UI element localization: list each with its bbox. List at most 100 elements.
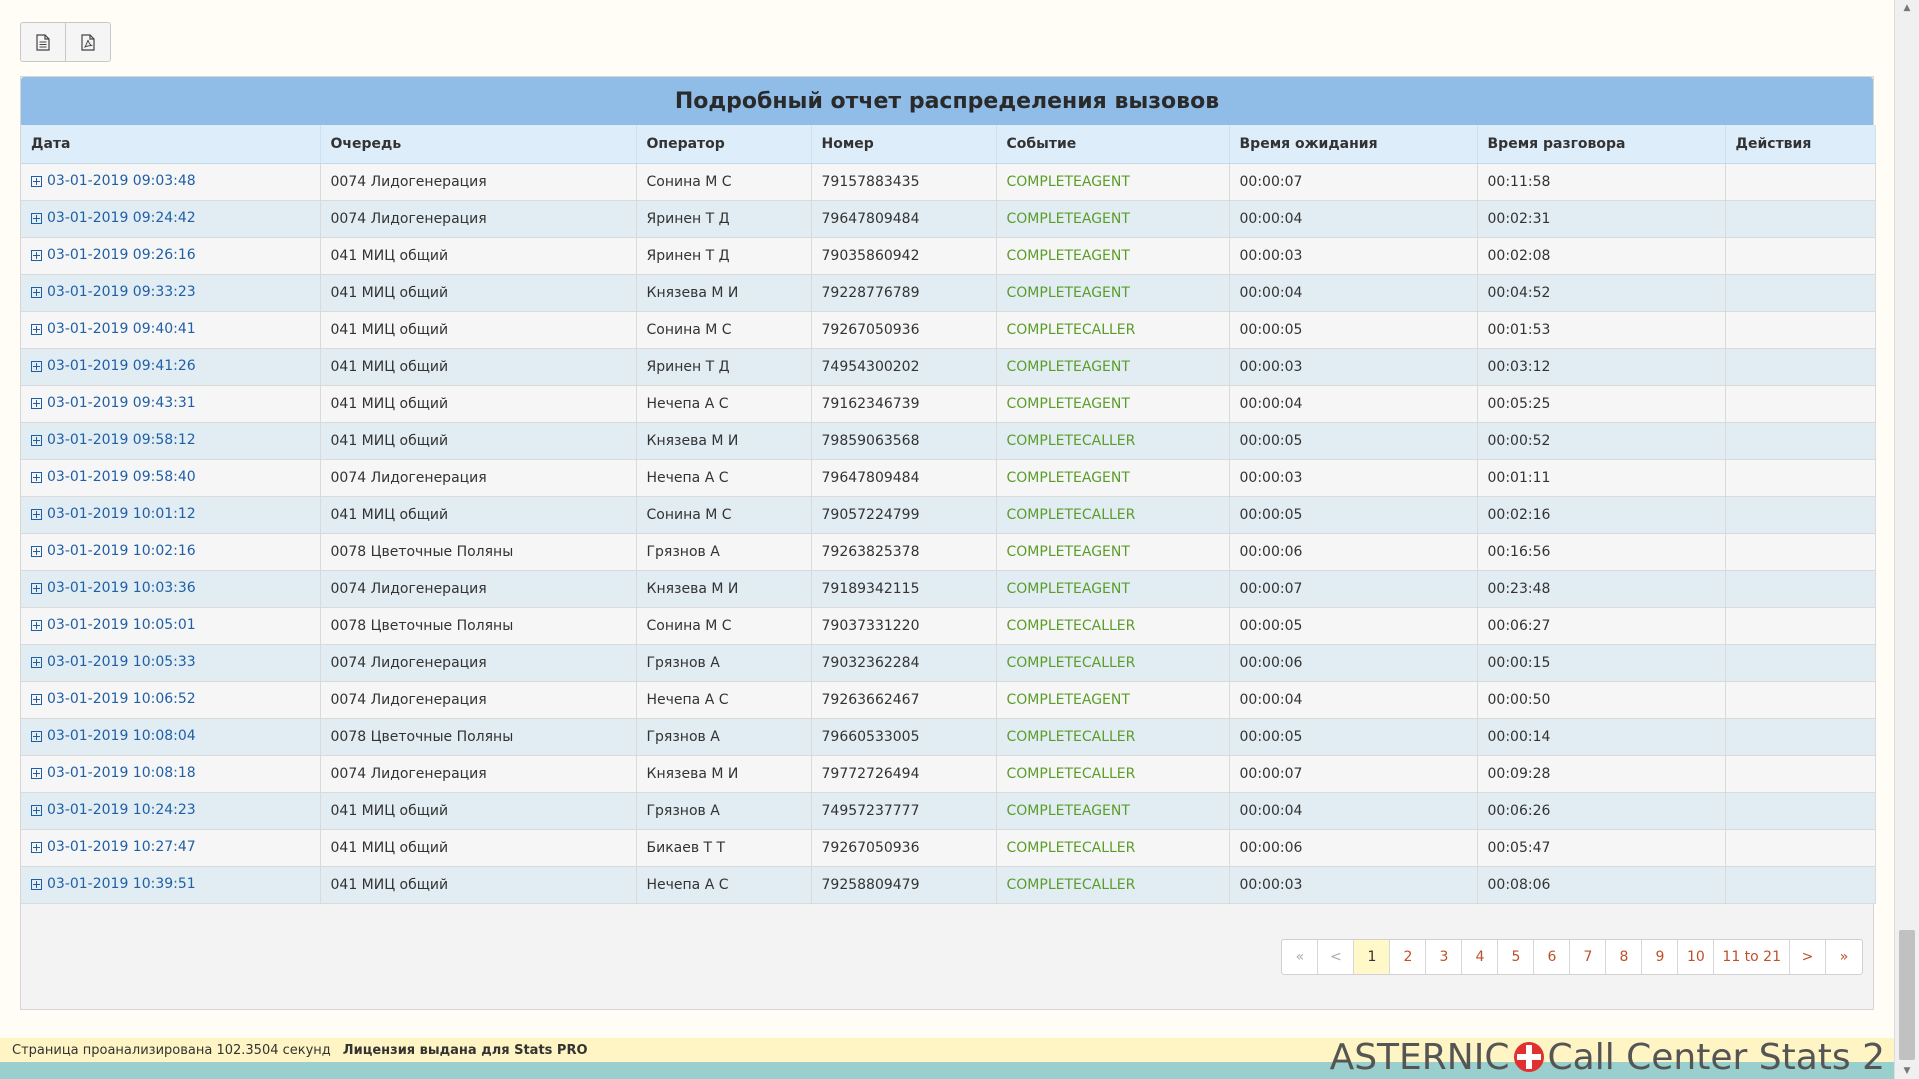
cell-wait-time: 00:00:06: [1229, 533, 1478, 571]
cell-event: COMPLETEAGENT: [996, 348, 1230, 386]
cell-number: 79189342115: [811, 570, 997, 608]
expand-call-link[interactable]: 03-01-2019 09:26:16: [31, 247, 196, 263]
expand-call-link[interactable]: 03-01-2019 09:40:41: [31, 321, 196, 337]
expand-plus-icon: [31, 693, 42, 705]
expand-call-link[interactable]: 03-01-2019 09:03:48: [31, 173, 196, 189]
export-pdf-button[interactable]: [66, 23, 110, 61]
expand-call-link[interactable]: 03-01-2019 10:05:01: [31, 617, 196, 633]
cell-actions: [1725, 718, 1876, 756]
page-button[interactable]: 8: [1606, 940, 1643, 974]
expand-call-link[interactable]: 03-01-2019 10:06:52: [31, 691, 196, 707]
cell-wait-time: 00:00:05: [1229, 718, 1478, 756]
page-button[interactable]: «: [1282, 940, 1319, 974]
cell-talk-time: 00:08:06: [1477, 866, 1726, 904]
vertical-scrollbar[interactable]: ▲ ▼: [1894, 0, 1919, 1079]
expand-call-link[interactable]: 03-01-2019 10:05:33: [31, 654, 196, 670]
expand-call-link[interactable]: 03-01-2019 10:08:04: [31, 728, 196, 744]
cell-number: 79772726494: [811, 755, 997, 793]
cell-date: 03-01-2019 10:39:51: [21, 866, 321, 904]
column-header-queue[interactable]: Очередь: [320, 125, 637, 164]
cell-date: 03-01-2019 09:58:12: [21, 422, 321, 460]
expand-plus-icon: [31, 286, 42, 298]
column-header-date[interactable]: Дата: [21, 125, 321, 164]
cell-talk-time: 00:05:47: [1477, 829, 1726, 867]
cell-talk-time: 00:23:48: [1477, 570, 1726, 608]
call-date: 03-01-2019 09:40:41: [47, 321, 196, 338]
cell-talk-time: 00:02:16: [1477, 496, 1726, 534]
brand-logo: ASTERNIC Call Center Stats 2: [1330, 1036, 1885, 1078]
page-button[interactable]: 10: [1678, 940, 1715, 974]
expand-call-link[interactable]: 03-01-2019 09:41:26: [31, 358, 196, 374]
expand-call-link[interactable]: 03-01-2019 09:43:31: [31, 395, 196, 411]
scrollbar-thumb[interactable]: [1899, 930, 1915, 1060]
column-header-talk-time[interactable]: Время разговора: [1477, 125, 1726, 164]
analysis-time-text: Страница проанализирована 102.3504 секун…: [12, 1042, 331, 1058]
expand-call-link[interactable]: 03-01-2019 09:33:23: [31, 284, 196, 300]
table-row: 03-01-2019 10:03:36 0074 Лидогенерация Кня…: [21, 570, 1876, 608]
cell-wait-time: 00:00:03: [1229, 237, 1478, 275]
page-button[interactable]: 5: [1498, 940, 1535, 974]
page-button[interactable]: 6: [1534, 940, 1571, 974]
page-button[interactable]: 4: [1462, 940, 1499, 974]
page-button[interactable]: 2: [1390, 940, 1427, 974]
page-button[interactable]: 1: [1354, 940, 1391, 974]
call-date: 03-01-2019 09:58:12: [47, 432, 196, 449]
expand-call-link[interactable]: 03-01-2019 10:39:51: [31, 876, 196, 892]
column-header-agent[interactable]: Оператор: [636, 125, 812, 164]
expand-plus-icon: [31, 397, 42, 409]
expand-call-link[interactable]: 03-01-2019 10:01:12: [31, 506, 196, 522]
scroll-down-icon[interactable]: ▼: [1895, 1063, 1919, 1079]
cell-number: 74957237777: [811, 792, 997, 830]
cell-number: 79647809484: [811, 200, 997, 238]
expand-plus-icon: [31, 878, 42, 890]
page-button[interactable]: 3: [1426, 940, 1463, 974]
cell-queue: 041 МИЦ общий: [320, 866, 637, 904]
cell-talk-time: 00:01:53: [1477, 311, 1726, 349]
cell-agent: Князева М И: [636, 422, 812, 460]
cell-agent: Сонина М С: [636, 163, 812, 201]
cell-wait-time: 00:00:04: [1229, 792, 1478, 830]
cell-wait-time: 00:00:07: [1229, 755, 1478, 793]
column-header-actions: Действия: [1725, 125, 1876, 164]
column-header-number[interactable]: Номер: [811, 125, 997, 164]
expand-call-link[interactable]: 03-01-2019 10:27:47: [31, 839, 196, 855]
page-button[interactable]: »: [1826, 940, 1862, 974]
cell-actions: [1725, 533, 1876, 571]
expand-call-link[interactable]: 03-01-2019 10:08:18: [31, 765, 196, 781]
table-row: 03-01-2019 10:27:47 041 МИЦ общий Бикаев Т…: [21, 829, 1876, 867]
column-header-wait-time[interactable]: Время ожидания: [1229, 125, 1478, 164]
expand-call-link[interactable]: 03-01-2019 10:24:23: [31, 802, 196, 818]
expand-call-link[interactable]: 03-01-2019 09:58:40: [31, 469, 196, 485]
cell-talk-time: 00:01:11: [1477, 459, 1726, 497]
cell-talk-time: 00:02:31: [1477, 200, 1726, 238]
cell-actions: [1725, 829, 1876, 867]
call-date: 03-01-2019 09:24:42: [47, 210, 196, 227]
expand-plus-icon: [31, 767, 42, 779]
page-button[interactable]: 7: [1570, 940, 1607, 974]
cell-wait-time: 00:00:04: [1229, 274, 1478, 312]
cell-agent: Нечепа А С: [636, 385, 812, 423]
cell-date: 03-01-2019 10:05:33: [21, 644, 321, 682]
column-header-event[interactable]: Событие: [996, 125, 1230, 164]
page-button[interactable]: 11 to 21: [1714, 940, 1790, 974]
cell-wait-time: 00:00:05: [1229, 422, 1478, 460]
call-date: 03-01-2019 09:33:23: [47, 284, 196, 301]
expand-call-link[interactable]: 03-01-2019 10:02:16: [31, 543, 196, 559]
cell-number: 74954300202: [811, 348, 997, 386]
page-button[interactable]: <: [1318, 940, 1355, 974]
scroll-up-icon[interactable]: ▲: [1895, 0, 1919, 16]
expand-call-link[interactable]: 03-01-2019 09:24:42: [31, 210, 196, 226]
expand-plus-icon: [31, 360, 42, 372]
cell-queue: 041 МИЦ общий: [320, 829, 637, 867]
cell-talk-time: 00:09:28: [1477, 755, 1726, 793]
page-button[interactable]: 9: [1642, 940, 1679, 974]
export-doc-button[interactable]: [21, 23, 66, 61]
page-button[interactable]: >: [1790, 940, 1826, 974]
expand-call-link[interactable]: 03-01-2019 09:58:12: [31, 432, 196, 448]
cell-date: 03-01-2019 09:40:41: [21, 311, 321, 349]
expand-call-link[interactable]: 03-01-2019 10:03:36: [31, 580, 196, 596]
cell-event: COMPLETEAGENT: [996, 163, 1230, 201]
cell-wait-time: 00:00:03: [1229, 866, 1478, 904]
table-row: 03-01-2019 10:01:12 041 МИЦ общий Сонина М…: [21, 496, 1876, 534]
cell-date: 03-01-2019 10:03:36: [21, 570, 321, 608]
